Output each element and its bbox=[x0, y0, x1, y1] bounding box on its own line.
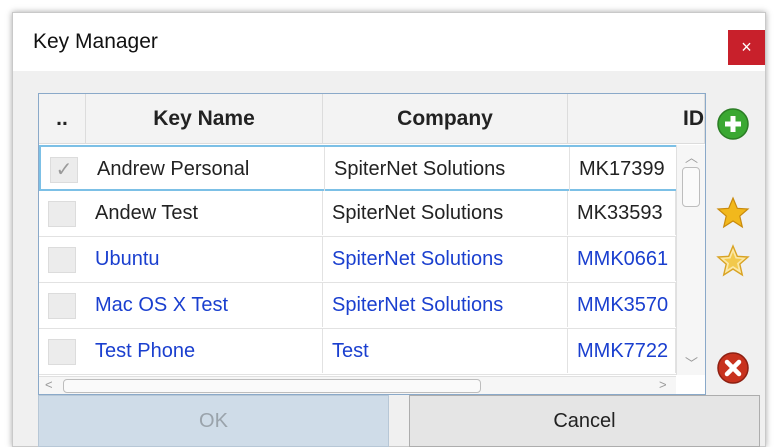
scroll-left-icon[interactable]: < bbox=[45, 377, 53, 392]
scroll-up-icon[interactable]: ︿ bbox=[685, 147, 698, 166]
star-outline-icon[interactable] bbox=[716, 244, 750, 278]
id-cell: MK17399 bbox=[570, 147, 678, 191]
key-name-cell: Andew Test bbox=[86, 191, 323, 235]
title-bar: Key Manager × bbox=[13, 13, 765, 71]
key-name-cell: Andrew Personal bbox=[88, 147, 325, 191]
table-row[interactable]: ✓ Andrew Personal SpiterNet Solutions MK173… bbox=[39, 145, 705, 191]
id-cell: MK33593 bbox=[568, 191, 676, 235]
keys-table: .. Key Name Company ID ✓ Andrew Personal S… bbox=[38, 93, 706, 395]
vertical-scrollbar[interactable]: ︿ ﹀ bbox=[676, 145, 705, 375]
table-row[interactable]: Ubuntu SpiterNet Solutions MMK0661 bbox=[39, 237, 705, 283]
vertical-scroll-thumb[interactable] bbox=[682, 167, 700, 207]
remove-icon[interactable] bbox=[716, 351, 750, 385]
key-manager-dialog: Key Manager × .. Key Name Company ID ✓ An… bbox=[12, 12, 766, 447]
id-cell: MMK3570 bbox=[568, 283, 676, 327]
cancel-button[interactable]: Cancel bbox=[409, 395, 760, 447]
horizontal-scrollbar[interactable]: < > bbox=[39, 376, 676, 394]
column-header-id[interactable]: ID bbox=[568, 94, 705, 144]
key-name-cell: Ubuntu bbox=[86, 237, 323, 281]
horizontal-scroll-thumb[interactable] bbox=[63, 379, 481, 393]
key-name-cell: Mac OS X Test bbox=[86, 283, 323, 327]
row-checkbox[interactable] bbox=[48, 293, 76, 319]
company-cell: SpiterNet Solutions bbox=[323, 237, 568, 281]
column-header-key-name[interactable]: Key Name bbox=[86, 94, 323, 144]
scroll-right-icon[interactable]: > bbox=[659, 377, 667, 392]
company-cell: SpiterNet Solutions bbox=[323, 191, 568, 235]
company-cell: Test bbox=[323, 329, 568, 373]
row-checkbox[interactable] bbox=[48, 247, 76, 273]
company-cell: SpiterNet Solutions bbox=[325, 147, 570, 191]
close-button[interactable]: × bbox=[728, 30, 765, 65]
table-row[interactable]: Mac OS X Test SpiterNet Solutions MMK3570 bbox=[39, 283, 705, 329]
column-header-company[interactable]: Company bbox=[323, 94, 568, 144]
column-header-select[interactable]: .. bbox=[39, 94, 86, 144]
id-cell: MMK7722 bbox=[568, 329, 676, 373]
star-icon[interactable] bbox=[716, 196, 750, 230]
scroll-down-icon[interactable]: ﹀ bbox=[685, 353, 698, 372]
row-checkbox[interactable]: ✓ bbox=[50, 157, 78, 183]
add-icon[interactable] bbox=[716, 107, 750, 141]
ok-button[interactable]: OK bbox=[38, 395, 389, 447]
company-cell: SpiterNet Solutions bbox=[323, 283, 568, 327]
key-name-cell: Test Phone bbox=[86, 329, 323, 373]
window-title: Key Manager bbox=[33, 30, 158, 53]
table-row[interactable]: Test Phone Test MMK7722 bbox=[39, 329, 705, 375]
row-checkbox[interactable] bbox=[48, 339, 76, 365]
table-row[interactable]: Andew Test SpiterNet Solutions MK33593 bbox=[39, 191, 705, 237]
id-cell: MMK0661 bbox=[568, 237, 676, 281]
row-checkbox[interactable] bbox=[48, 201, 76, 227]
